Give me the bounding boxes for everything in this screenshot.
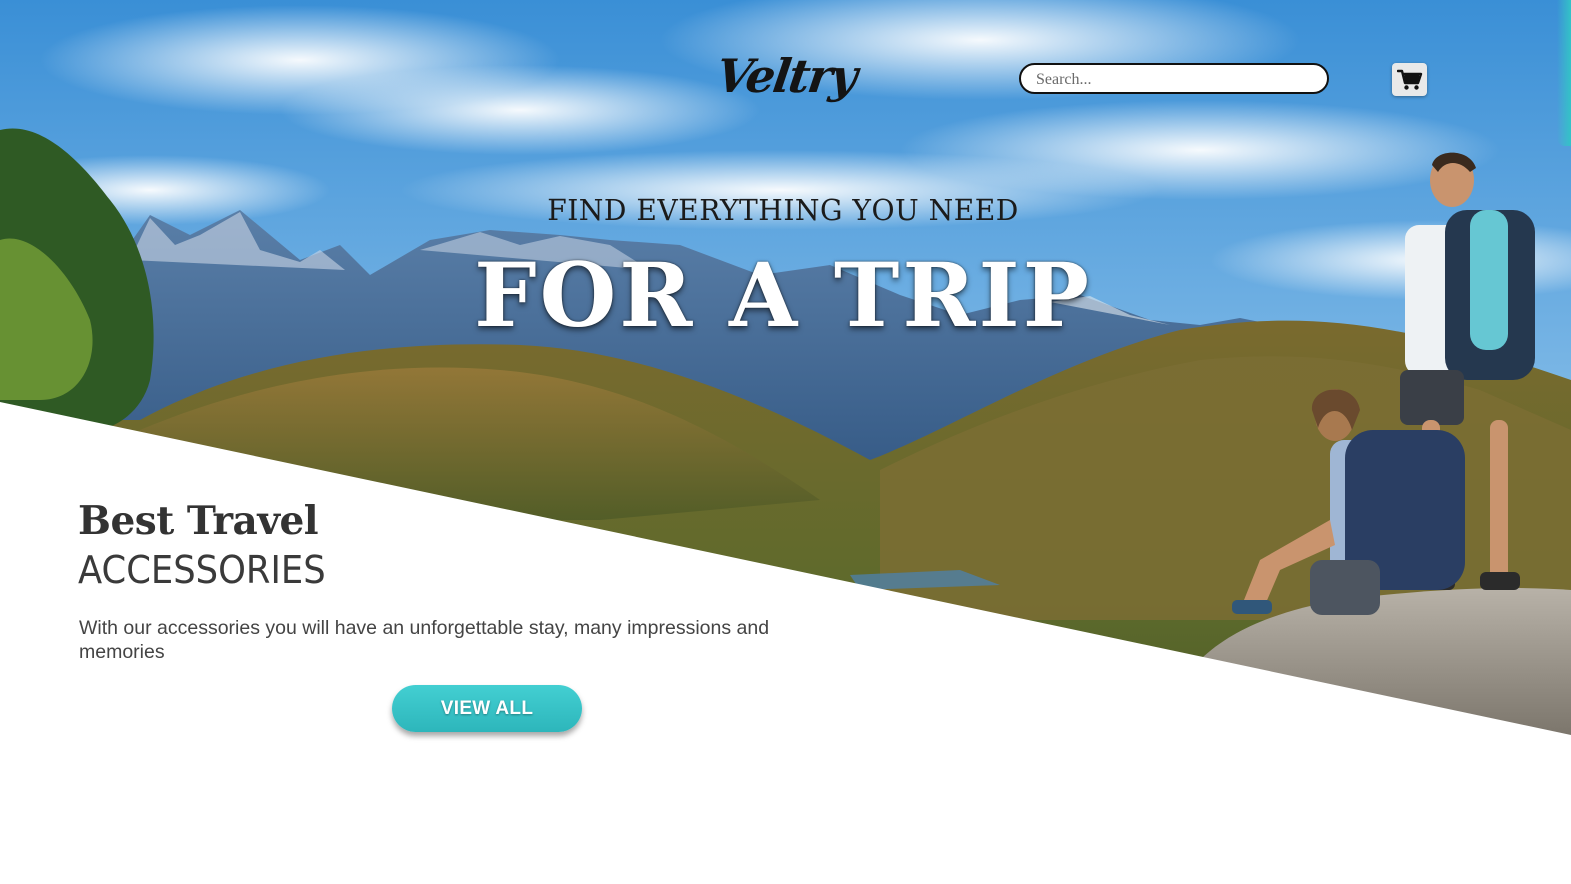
promo-subtitle: ACCESSORIES xyxy=(78,548,326,592)
search-input[interactable] xyxy=(1034,65,1318,94)
brand-logo[interactable]: Veltry xyxy=(713,40,859,112)
promo-description: With our accessories you will have an un… xyxy=(79,617,770,663)
shopping-cart-icon xyxy=(1396,69,1422,90)
brand-logo-text: Veltry xyxy=(713,49,860,103)
search-box[interactable] xyxy=(1019,63,1329,94)
hero-background-image xyxy=(0,0,1571,884)
hero-kicker: FIND EVERYTHING YOU NEED xyxy=(547,193,1019,227)
scrollbar-thumb[interactable] xyxy=(1557,0,1571,146)
hero-banner xyxy=(0,0,1571,884)
view-all-button[interactable]: VIEW ALL xyxy=(392,685,582,732)
cart-button[interactable] xyxy=(1392,63,1427,96)
promo-title: Best Travel xyxy=(78,498,319,544)
hero-headline: FOR A TRIP xyxy=(474,243,1092,347)
